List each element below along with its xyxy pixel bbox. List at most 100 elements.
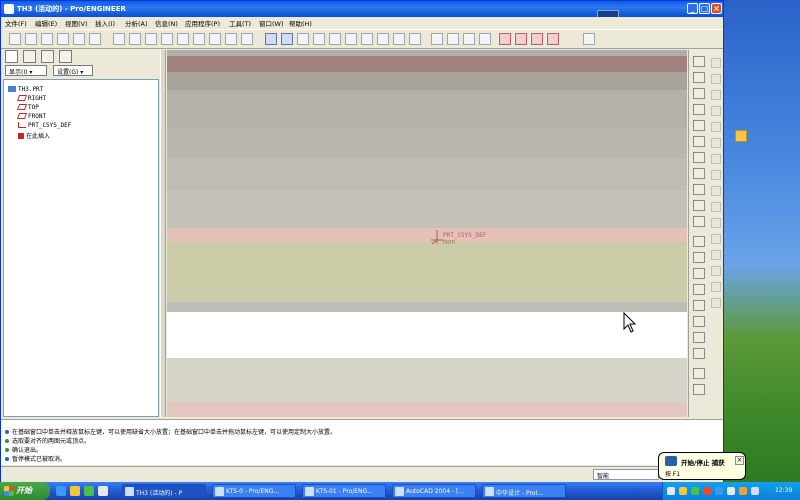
close-button[interactable]: × (711, 3, 722, 14)
saved-views-icon[interactable] (377, 33, 389, 45)
new-icon[interactable] (9, 33, 21, 45)
model-tree-tab[interactable] (5, 50, 18, 63)
open-icon[interactable] (25, 33, 37, 45)
datum-plane-tool-icon[interactable] (693, 252, 705, 263)
history-tab[interactable] (59, 50, 72, 63)
selection-filter-dropdown[interactable]: 智能 (593, 469, 659, 480)
datum-axis-toggle-icon[interactable] (515, 33, 527, 45)
regenerate-icon[interactable] (193, 33, 205, 45)
datum-plane-toggle-icon[interactable] (499, 33, 511, 45)
photo-icon[interactable] (693, 216, 705, 227)
navigator-splitter[interactable] (160, 50, 166, 417)
mirror-icon[interactable] (711, 234, 721, 244)
folder-browser-tab[interactable] (23, 50, 36, 63)
tray-messenger-icon[interactable] (751, 487, 759, 495)
merge-icon[interactable] (711, 250, 721, 260)
menu-file[interactable]: 文件(F) (5, 18, 27, 28)
media-player-icon[interactable] (84, 486, 94, 496)
menu-edit[interactable]: 编辑(E) (35, 18, 57, 28)
show-dropdown[interactable]: 显示(I) ▾ (5, 65, 47, 76)
copy-icon[interactable] (89, 33, 101, 45)
rib-icon[interactable] (711, 154, 721, 164)
desktop-folder-icon[interactable] (726, 130, 756, 144)
redo-icon[interactable] (129, 33, 141, 45)
menu-applications[interactable]: 应用程序(P) (185, 18, 220, 28)
tray-antivirus-icon[interactable] (739, 487, 747, 495)
datum-point-tool-icon[interactable] (693, 300, 705, 311)
tree-item-front[interactable]: FRONT (16, 113, 46, 120)
model-setup-icon[interactable] (693, 72, 705, 83)
zoom-out-icon[interactable] (329, 33, 341, 45)
decal-icon[interactable] (693, 184, 705, 195)
tree-item-insert-here[interactable]: 在此插入 (18, 131, 50, 140)
revolve-icon[interactable] (711, 74, 721, 84)
title-bar[interactable]: TH3 (活动的) - Pro/ENGINEER _ □ × (1, 1, 723, 28)
tray-network-icon[interactable] (691, 487, 699, 495)
refit-icon[interactable] (345, 33, 357, 45)
menu-view[interactable]: 视图(V) (65, 18, 88, 28)
datum-axis-tool-icon[interactable] (693, 268, 705, 279)
task-proe-kts01[interactable]: KTS-01 - Pro/ENG... (302, 484, 386, 498)
pattern-icon[interactable] (711, 218, 721, 228)
extrude-icon[interactable] (711, 58, 721, 68)
tree-item-right[interactable]: RIGHT (16, 95, 46, 102)
room-icon[interactable] (693, 152, 705, 163)
tray-capture-icon[interactable] (667, 487, 675, 495)
model-tree-icon[interactable] (209, 33, 221, 45)
menu-insert[interactable]: 插入(I) (95, 18, 115, 28)
sketch-tool-icon[interactable] (693, 348, 705, 359)
thicken-icon[interactable] (711, 298, 721, 308)
tray-ime-icon[interactable] (715, 487, 723, 495)
spotlight-icon[interactable] (693, 168, 705, 179)
repaint-icon[interactable] (297, 33, 309, 45)
cut-icon[interactable] (145, 33, 157, 45)
print-icon[interactable] (57, 33, 69, 45)
tray-security-icon[interactable] (703, 487, 711, 495)
task-proe-th3[interactable]: TH3 (活动的) - P (122, 484, 206, 498)
ie-icon[interactable] (56, 486, 66, 496)
tray-usb-icon[interactable] (727, 487, 735, 495)
chamfer-icon[interactable] (711, 202, 721, 212)
context-help-icon[interactable] (583, 33, 595, 45)
menu-analysis[interactable]: 分析(A) (125, 18, 148, 28)
dimension-icon[interactable] (693, 368, 705, 379)
graphics-window[interactable]: PRT_CSYS_DEF PNT0 (167, 50, 687, 417)
blend-icon[interactable] (711, 106, 721, 116)
trim-icon[interactable] (711, 266, 721, 276)
select-box-icon[interactable] (241, 33, 253, 45)
menu-tools[interactable]: 工具(T) (229, 18, 251, 28)
zoom-in-icon[interactable] (313, 33, 325, 45)
tray-volume-icon[interactable] (679, 487, 687, 495)
no-hidden-icon[interactable] (463, 33, 475, 45)
effects-icon[interactable] (693, 200, 705, 211)
datum-point-toggle-icon[interactable] (531, 33, 543, 45)
shading-icon[interactable] (479, 33, 491, 45)
color-appearance-icon[interactable] (693, 56, 705, 67)
hidden-line-icon[interactable] (447, 33, 459, 45)
save-icon[interactable] (41, 33, 53, 45)
email-icon[interactable] (73, 33, 85, 45)
sketch-curve-icon[interactable] (693, 284, 705, 295)
shell-icon[interactable] (711, 138, 721, 148)
settings-dropdown[interactable]: 设置(G) ▾ (53, 65, 93, 76)
layers-icon[interactable] (393, 33, 405, 45)
analysis-tool-icon[interactable] (693, 332, 705, 343)
tree-item-csys[interactable]: PRT_CSYS_DEF (18, 122, 71, 129)
scene-icon[interactable] (693, 120, 705, 131)
pause-icon[interactable] (265, 33, 277, 45)
find-icon[interactable] (225, 33, 237, 45)
paste-special-icon[interactable] (177, 33, 189, 45)
maximize-button[interactable]: □ (699, 3, 710, 14)
datum-axis-icon[interactable] (281, 33, 293, 45)
explorer-icon[interactable] (70, 486, 80, 496)
draft-icon[interactable] (711, 170, 721, 180)
show-desktop-icon[interactable] (98, 486, 108, 496)
menu-window[interactable]: 窗口(W) (259, 18, 284, 28)
favorites-tab[interactable] (41, 50, 54, 63)
offset-icon[interactable] (711, 282, 721, 292)
hole-icon[interactable] (711, 122, 721, 132)
light-icon[interactable] (693, 104, 705, 115)
round-icon[interactable] (711, 186, 721, 196)
minimize-button[interactable]: _ (687, 3, 698, 14)
render-icon[interactable] (693, 88, 705, 99)
